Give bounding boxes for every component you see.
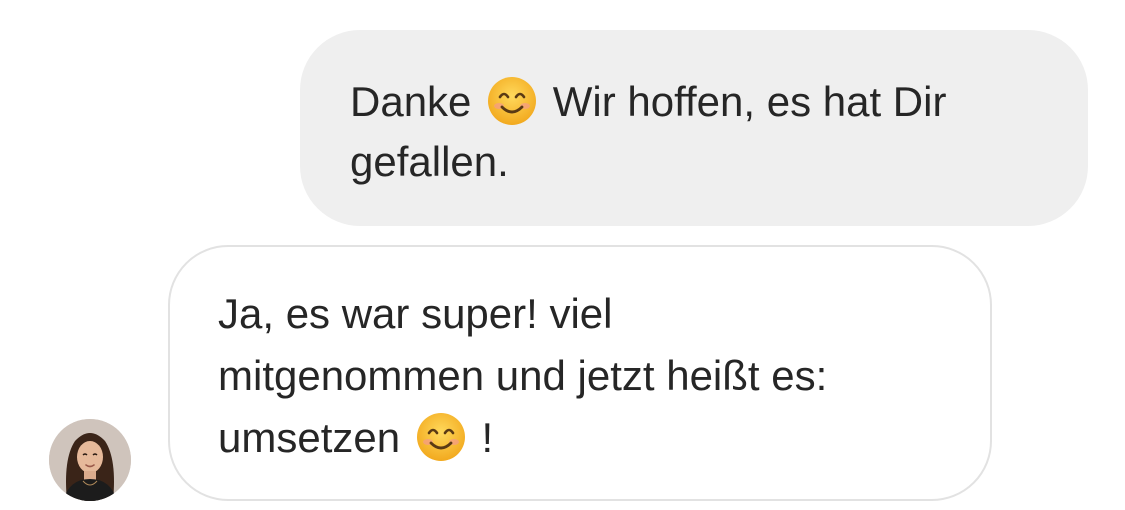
outgoing-message-line-2: gefallen. [350,138,509,185]
sender-avatar[interactable] [49,419,131,501]
outgoing-message-line-1: Danke Wir hoffen, es hat Dir [350,72,1048,132]
outgoing-text-danke: Danke [350,78,472,125]
incoming-text-exclamation: ! [481,414,494,461]
incoming-message-line-2: mitgenommen und jetzt heißt es: [218,352,828,399]
incoming-message-bubble[interactable]: Ja, es war super! viel mitgenommen und j… [168,245,992,501]
smiling-face-icon [416,412,466,462]
incoming-message-line-1: Ja, es war super! viel [218,290,613,337]
smiling-face-icon [487,76,537,126]
incoming-text-umsetzen: umsetzen [218,414,401,461]
profile-photo-icon [49,419,131,501]
outgoing-message-bubble[interactable]: Danke Wir hoffen, es hat Dir gefallen. [300,30,1088,226]
incoming-message-line-3: umsetzen ! [218,407,950,469]
outgoing-text-rest: Wir hoffen, es hat Dir [552,78,947,125]
